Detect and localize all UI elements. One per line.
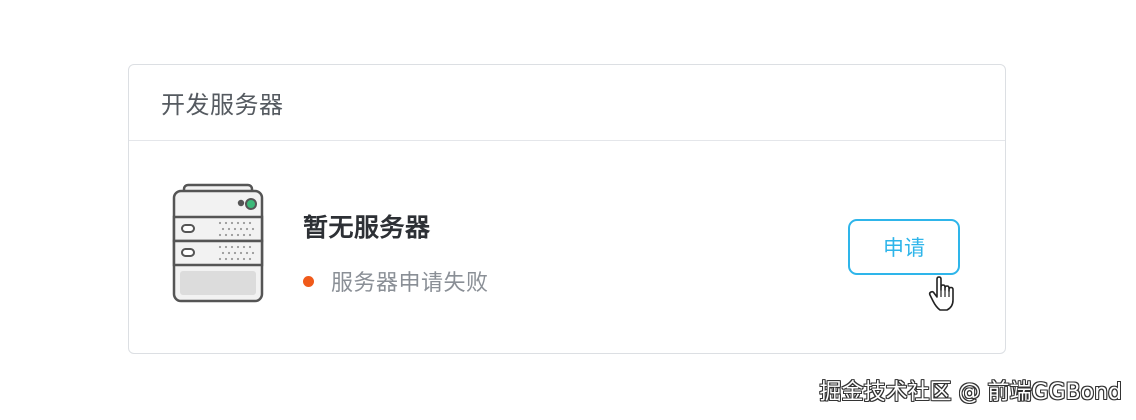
apply-button[interactable]: 申请 (848, 219, 960, 275)
card-header: 开发服务器 (129, 65, 1005, 141)
hand-pointer-icon (928, 276, 954, 311)
status-dot (303, 275, 314, 287)
dev-server-card: 开发服务器 暂无服务器 服务器申请失败 申请 (128, 64, 1006, 354)
status-text: 服务器申请失败 (331, 271, 489, 296)
status-row: 服务器申请失败 (303, 265, 489, 297)
card-title: 开发服务器 (161, 91, 284, 119)
watermark: 掘金技术社区 @ 前端GGBond (819, 380, 1122, 405)
server-title: 暂无服务器 (303, 213, 431, 242)
card-body: 暂无服务器 服务器申请失败 申请 (129, 141, 1005, 353)
server-rack-icon (172, 183, 264, 303)
